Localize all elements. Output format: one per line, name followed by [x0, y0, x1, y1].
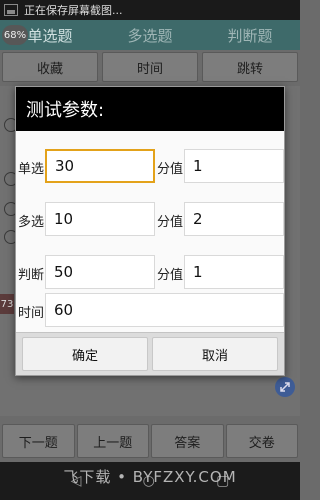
true-false-label: 判断: [18, 268, 45, 283]
time-input[interactable]: [45, 293, 284, 327]
multiple-choice-score-input[interactable]: [184, 202, 284, 236]
answer-button[interactable]: 答案: [151, 424, 224, 458]
single-choice-row: 单选 分值: [16, 149, 286, 183]
next-question-button[interactable]: 下一题: [2, 424, 75, 458]
time-button[interactable]: 时间: [102, 52, 198, 82]
back-icon[interactable]: ◁: [71, 473, 82, 489]
bottom-bar: 下一题 上一题 答案 交卷: [0, 424, 300, 458]
tab-true-false[interactable]: 判断题: [200, 20, 300, 50]
progress-badge: 68%: [2, 25, 28, 45]
question-type-tabs: 单选题 多选题 判断题: [0, 20, 300, 50]
single-choice-count-input[interactable]: [45, 149, 155, 183]
true-false-row: 判断 分值: [16, 255, 286, 289]
recent-apps-icon[interactable]: ▢: [216, 473, 229, 489]
side-tag: 73: [0, 294, 14, 314]
dialog-footer: 确定 取消: [16, 332, 284, 375]
tab-multiple-choice[interactable]: 多选题: [100, 20, 200, 50]
floating-action-icon[interactable]: [275, 377, 295, 397]
favorite-button[interactable]: 收藏: [2, 52, 98, 82]
multiple-choice-score-label: 分值: [157, 215, 184, 230]
time-row: 时间: [16, 293, 286, 327]
arrows-icon: [280, 382, 290, 392]
true-false-score-label: 分值: [157, 268, 184, 283]
multiple-choice-label: 多选: [18, 215, 45, 230]
system-nav-bar: ◁ ○ ▢: [0, 462, 300, 500]
test-parameters-dialog: 测试参数: 单选 分值 多选 分值 判断 分值 时间 确定 取消: [15, 86, 285, 376]
true-false-score-input[interactable]: [184, 255, 284, 289]
cancel-button[interactable]: 取消: [152, 337, 278, 371]
multiple-choice-row: 多选 分值: [16, 202, 286, 236]
image-icon: [4, 4, 18, 16]
status-bar: 正在保存屏幕截图...: [0, 0, 300, 20]
ok-button[interactable]: 确定: [22, 337, 148, 371]
single-choice-score-input[interactable]: [184, 149, 284, 183]
jump-button[interactable]: 跳转: [202, 52, 298, 82]
true-false-count-input[interactable]: [45, 255, 155, 289]
multiple-choice-count-input[interactable]: [45, 202, 155, 236]
submit-button[interactable]: 交卷: [225, 424, 298, 458]
home-icon[interactable]: ○: [143, 473, 155, 489]
status-text: 正在保存屏幕截图...: [24, 4, 123, 17]
single-choice-label: 单选: [18, 162, 45, 177]
top-toolbar: 收藏 时间 跳转: [0, 52, 300, 82]
previous-question-button[interactable]: 上一题: [76, 424, 149, 458]
time-label: 时间: [18, 306, 45, 321]
dialog-title: 测试参数:: [16, 87, 284, 131]
single-choice-score-label: 分值: [157, 162, 184, 177]
